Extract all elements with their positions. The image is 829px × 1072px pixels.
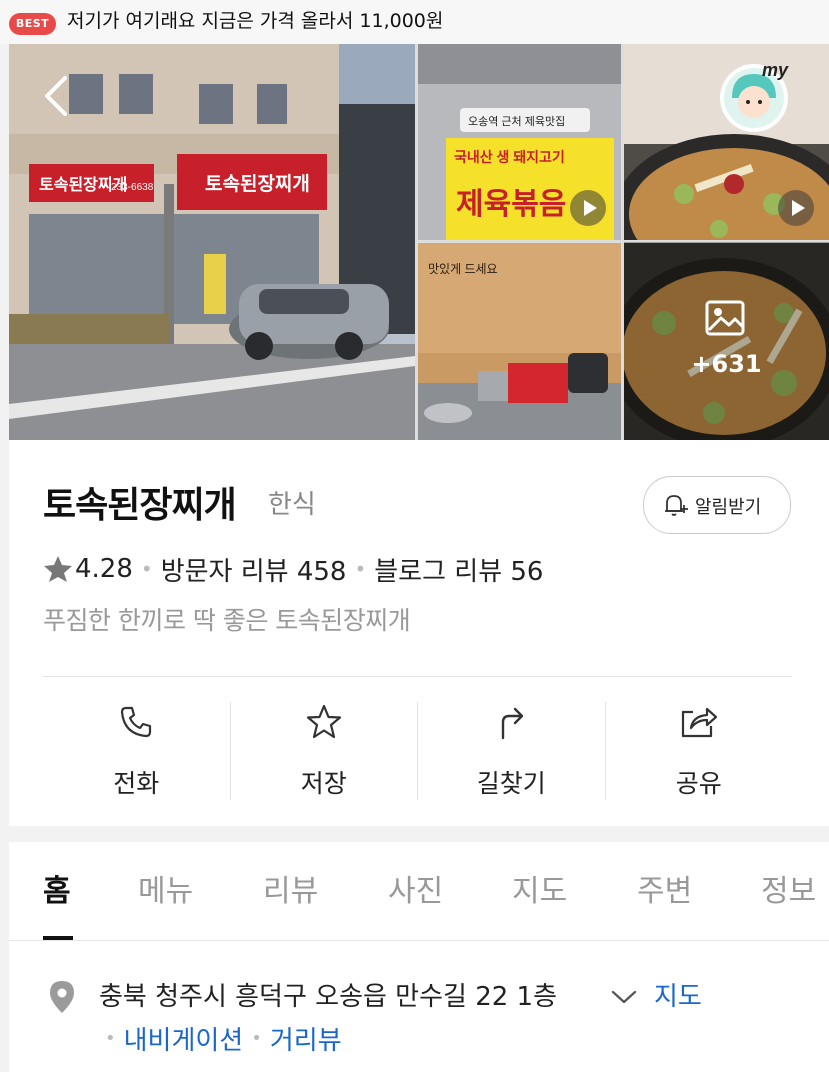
alarm-label: 알림받기 <box>695 497 762 518</box>
tab-photos[interactable]: 사진 <box>388 866 443 910</box>
best-badge: BEST <box>9 13 56 35</box>
chevron-left-icon <box>45 76 67 116</box>
star-rating-icon <box>44 556 72 582</box>
more-photos-overlay[interactable]: +631 <box>624 242 829 440</box>
tab-map[interactable]: 지도 <box>512 866 567 910</box>
section-separator <box>9 826 829 842</box>
share-icon <box>681 707 717 738</box>
streetview-link[interactable]: 거리뷰 <box>270 1020 342 1057</box>
separator-dot: • <box>251 1028 262 1049</box>
tab-reviews[interactable]: 리뷰 <box>263 866 318 910</box>
save-label: 저장 <box>300 769 347 798</box>
back-button[interactable] <box>39 72 75 120</box>
place-name: 토속된장찌개 <box>43 485 237 526</box>
alarm-button[interactable]: 알림받기 <box>643 476 791 534</box>
tab-nearby[interactable]: 주변 <box>637 866 692 910</box>
sign-phone: 233-6638 <box>111 182 154 193</box>
sign-name-large: 토속된장찌개 <box>205 173 310 195</box>
counter-photo[interactable]: 맛있게 드세요 <box>418 243 621 440</box>
photo-icon <box>705 300 745 336</box>
address-text: 충북 청주시 흥덕구 오송읍 만수길 22 1층 <box>99 982 558 1012</box>
tab-menu[interactable]: 메뉴 <box>138 866 193 910</box>
video-play-icon <box>570 190 606 226</box>
directions-icon <box>502 707 524 740</box>
active-tab-indicator <box>43 936 73 940</box>
visitor-reviews-link[interactable]: 방문자 리뷰 458 <box>161 551 347 588</box>
action-bar: 전화 저장 길찾기 공유 <box>43 702 792 800</box>
separator-dot: • <box>105 1028 116 1049</box>
sign-photo[interactable]: 오송역 근처 제육맛집 국내산 생 돼지고기 제육볶음 <box>418 44 621 240</box>
address-map-link[interactable]: 지도 <box>654 976 702 1013</box>
banner-text: 저기가 여기래요 지금은 가격 올라서 11,000원 <box>67 10 444 32</box>
rating-row: 4.28 • 방문자 리뷰 458 • 블로그 리뷰 56 <box>43 551 543 588</box>
more-photos-count: +631 <box>691 350 762 378</box>
navigation-link[interactable]: 내비게이션 <box>124 1020 244 1057</box>
place-card: 토속된장찌개 233-6638 토속된장찌개 오송역 근처 제육맛집 국내산 생… <box>9 44 829 1072</box>
share-button[interactable]: 공유 <box>604 702 793 800</box>
video-play-icon <box>778 190 814 226</box>
blog-reviews-link[interactable]: 블로그 리뷰 56 <box>374 551 543 588</box>
top-banner: BEST 저기가 여기래요 지금은 가격 올라서 11,000원 <box>0 0 829 44</box>
chevron-down-icon[interactable] <box>610 988 638 1006</box>
sign-location-text: 오송역 근처 제육맛집 <box>468 115 565 128</box>
star-icon <box>306 704 341 739</box>
directions-label: 길찾기 <box>476 769 546 798</box>
save-button[interactable]: 저장 <box>229 702 418 800</box>
svg-text:my: my <box>762 60 789 80</box>
tab-bar: 홈 메뉴 리뷰 사진 지도 주변 정보 <box>9 842 829 941</box>
bell-plus-icon <box>665 495 688 516</box>
separator-dot: • <box>354 557 367 581</box>
rating-value: 4.28 <box>75 554 133 584</box>
address-sub-links: • 내비게이션 • 거리뷰 <box>97 1020 342 1057</box>
call-button[interactable]: 전화 <box>43 702 230 800</box>
location-pin-icon <box>50 981 74 1013</box>
sign-menu-text: 제육볶음 <box>456 188 566 221</box>
directions-button[interactable]: 길찾기 <box>417 702 605 800</box>
tab-info[interactable]: 정보 <box>761 866 816 910</box>
phone-icon <box>121 706 152 738</box>
sign-pork-text: 국내산 생 돼지고기 <box>454 149 565 165</box>
divider <box>43 676 792 677</box>
separator-dot: • <box>140 557 153 581</box>
place-description: 푸짐한 한끼로 딱 좋은 토속된장찌개 <box>43 606 411 635</box>
share-label: 공유 <box>675 769 722 798</box>
counter-photo-art: 맛있게 드세요 <box>418 243 621 440</box>
photo-gallery: 토속된장찌개 233-6638 토속된장찌개 오송역 근처 제육맛집 국내산 생… <box>9 44 829 440</box>
avatar-icon: my <box>720 60 789 132</box>
tab-home[interactable]: 홈 <box>43 866 71 910</box>
my-avatar-button[interactable]: my <box>718 58 794 134</box>
place-category: 한식 <box>268 490 316 520</box>
wall-text: 맛있게 드세요 <box>428 262 498 276</box>
call-label: 전화 <box>113 769 160 798</box>
